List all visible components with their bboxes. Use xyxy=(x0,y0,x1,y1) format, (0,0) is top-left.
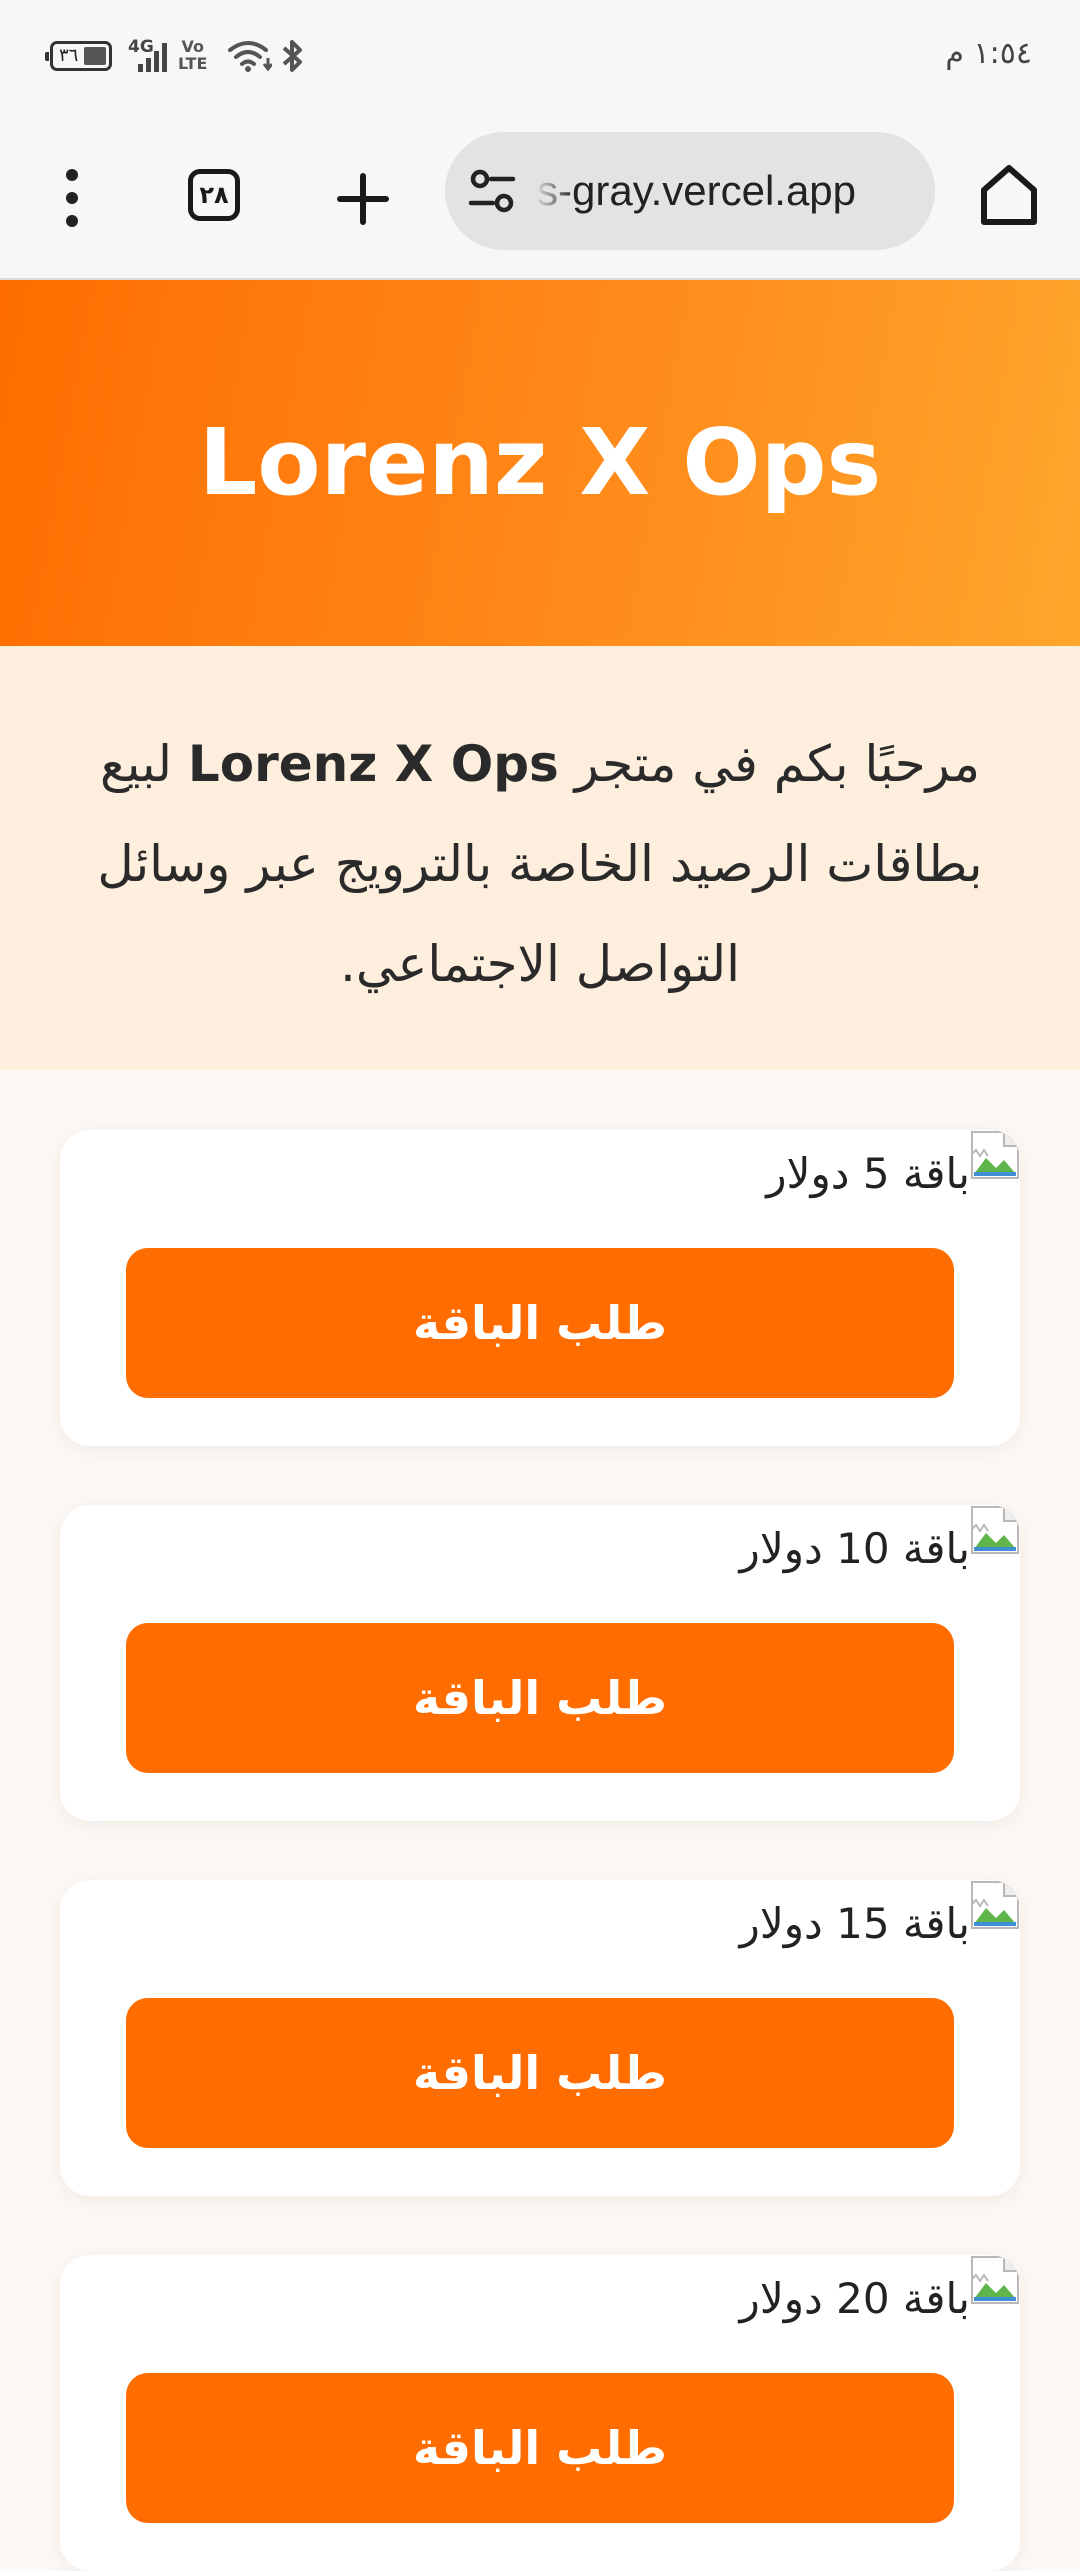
package-card: باقة 15 دولار طلب الباقة xyxy=(60,1880,1020,2196)
signal-icon xyxy=(138,43,167,72)
plus-icon[interactable] xyxy=(336,172,390,226)
url-text[interactable]: s-gray.vercel.app xyxy=(537,132,856,250)
broken-image-icon xyxy=(971,1506,1019,1554)
welcome-text: مرحبًا بكم في متجر Lorenz X Ops لبيع بطا… xyxy=(80,714,1000,1014)
url-bar[interactable]: s-gray.vercel.app xyxy=(445,132,935,250)
hero-banner: Lorenz X Ops xyxy=(0,280,1080,646)
package-card: باقة 10 دولار طلب الباقة xyxy=(60,1505,1020,1821)
package-title: باقة 5 دولار xyxy=(766,1149,970,1198)
battery-icon: ٣٦ xyxy=(45,41,112,71)
welcome-section: مرحبًا بكم في متجر Lorenz X Ops لبيع بطا… xyxy=(0,646,1080,1070)
order-package-button[interactable]: طلب الباقة xyxy=(126,1998,954,2148)
tab-count: ٢٨ xyxy=(199,181,229,209)
broken-image-icon xyxy=(971,1131,1019,1179)
package-title: باقة 20 دولار xyxy=(739,2274,970,2323)
status-bar: ٣٦ 4G Vo LTE ١:٥٤ م xyxy=(0,0,1080,120)
broken-image-icon xyxy=(971,1881,1019,1929)
bluetooth-icon xyxy=(282,40,302,72)
battery-level: ٣٦ xyxy=(59,45,79,66)
welcome-before: مرحبًا بكم في متجر xyxy=(558,735,981,793)
clock: ١:٥٤ م xyxy=(945,36,1032,71)
site-settings-icon[interactable] xyxy=(467,167,517,215)
order-package-button[interactable]: طلب الباقة xyxy=(126,1623,954,1773)
package-card: باقة 5 دولار طلب الباقة xyxy=(60,1130,1020,1446)
wifi-icon xyxy=(228,41,272,72)
order-package-button[interactable]: طلب الباقة xyxy=(126,1248,954,1398)
home-icon[interactable] xyxy=(978,162,1040,228)
package-card: باقة 20 دولار طلب الباقة xyxy=(60,2255,1020,2571)
tab-switcher-icon[interactable]: ٢٨ xyxy=(188,169,240,221)
volte-indicator: Vo LTE xyxy=(178,37,208,73)
package-title: باقة 10 دولار xyxy=(739,1524,970,1573)
browser-toolbar: ٢٨ s-gray.vercel.app xyxy=(0,120,1080,280)
site-title: Lorenz X Ops xyxy=(198,409,882,516)
broken-image-icon xyxy=(971,2256,1019,2304)
package-title: باقة 15 دولار xyxy=(739,1899,970,1948)
order-package-button[interactable]: طلب الباقة xyxy=(126,2373,954,2523)
welcome-brand: Lorenz X Ops xyxy=(187,735,559,793)
more-vert-icon[interactable] xyxy=(50,165,94,231)
